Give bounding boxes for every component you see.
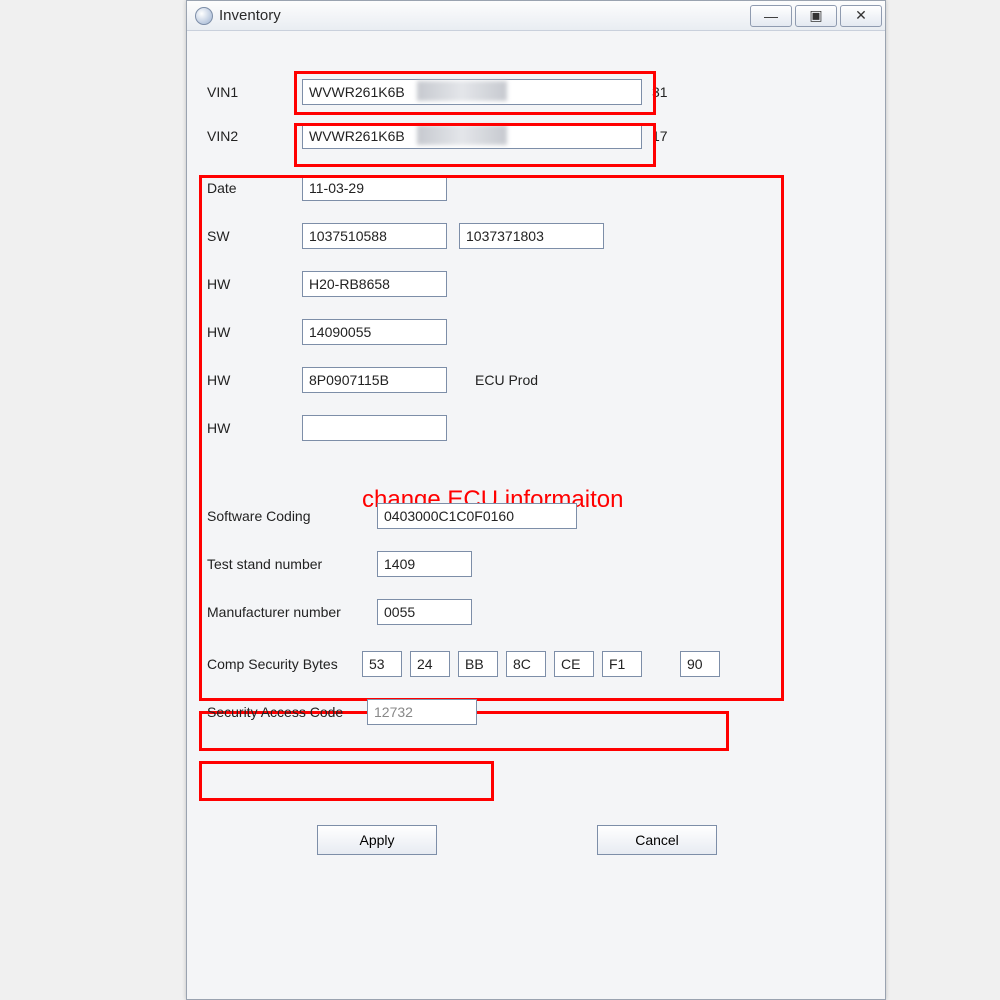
vin1-suffix: 31 <box>652 84 668 100</box>
apply-button[interactable]: Apply <box>317 825 437 855</box>
swcoding-label: Software Coding <box>207 508 377 524</box>
manuf-label: Manufacturer number <box>207 604 377 620</box>
compsec-byte-2[interactable] <box>458 651 498 677</box>
minimize-icon: — <box>764 8 778 24</box>
close-button[interactable]: ✕ <box>840 5 882 27</box>
inventory-window: Inventory — ▣ ✕ VIN1 31 VIN2 17 Date <box>186 0 886 1000</box>
secaccess-highlight <box>199 761 494 801</box>
compsec-byte-3[interactable] <box>506 651 546 677</box>
maximize-icon: ▣ <box>809 7 822 24</box>
sw1-input[interactable] <box>302 223 447 249</box>
swcoding-input[interactable] <box>377 503 577 529</box>
vin2-label: VIN2 <box>207 128 302 144</box>
compsec-byte-6[interactable] <box>680 651 720 677</box>
hw1-label: HW <box>207 276 302 292</box>
vin1-input[interactable] <box>302 79 642 105</box>
minimize-button[interactable]: — <box>750 5 792 27</box>
hw2-input[interactable] <box>302 319 447 345</box>
compsec-byte-0[interactable] <box>362 651 402 677</box>
vin2-input[interactable] <box>302 123 642 149</box>
secaccess-label: Security Access Code <box>207 704 367 720</box>
hw2-label: HW <box>207 324 302 340</box>
hw1-input[interactable] <box>302 271 447 297</box>
teststand-label: Test stand number <box>207 556 377 572</box>
cancel-button[interactable]: Cancel <box>597 825 717 855</box>
compsec-label: Comp Security Bytes <box>207 656 362 672</box>
window-title: Inventory <box>219 7 281 24</box>
compsec-byte-5[interactable] <box>602 651 642 677</box>
secaccess-input[interactable] <box>367 699 477 725</box>
sw-label: SW <box>207 228 302 244</box>
sw2-input[interactable] <box>459 223 604 249</box>
manuf-input[interactable] <box>377 599 472 625</box>
maximize-button[interactable]: ▣ <box>795 5 837 27</box>
hw3-input[interactable] <box>302 367 447 393</box>
vin2-suffix: 17 <box>652 128 668 144</box>
date-label: Date <box>207 180 302 196</box>
hw3-label: HW <box>207 372 302 388</box>
hw4-label: HW <box>207 420 302 436</box>
hw4-input[interactable] <box>302 415 447 441</box>
vin1-label: VIN1 <box>207 84 302 100</box>
compsec-byte-4[interactable] <box>554 651 594 677</box>
app-icon <box>195 7 213 25</box>
compsec-byte-1[interactable] <box>410 651 450 677</box>
ecu-prod-label: ECU Prod <box>475 372 538 388</box>
titlebar: Inventory — ▣ ✕ <box>187 1 885 31</box>
form-content: VIN1 31 VIN2 17 Date SW <box>187 31 885 855</box>
close-icon: ✕ <box>855 7 867 24</box>
teststand-input[interactable] <box>377 551 472 577</box>
date-input[interactable] <box>302 175 447 201</box>
